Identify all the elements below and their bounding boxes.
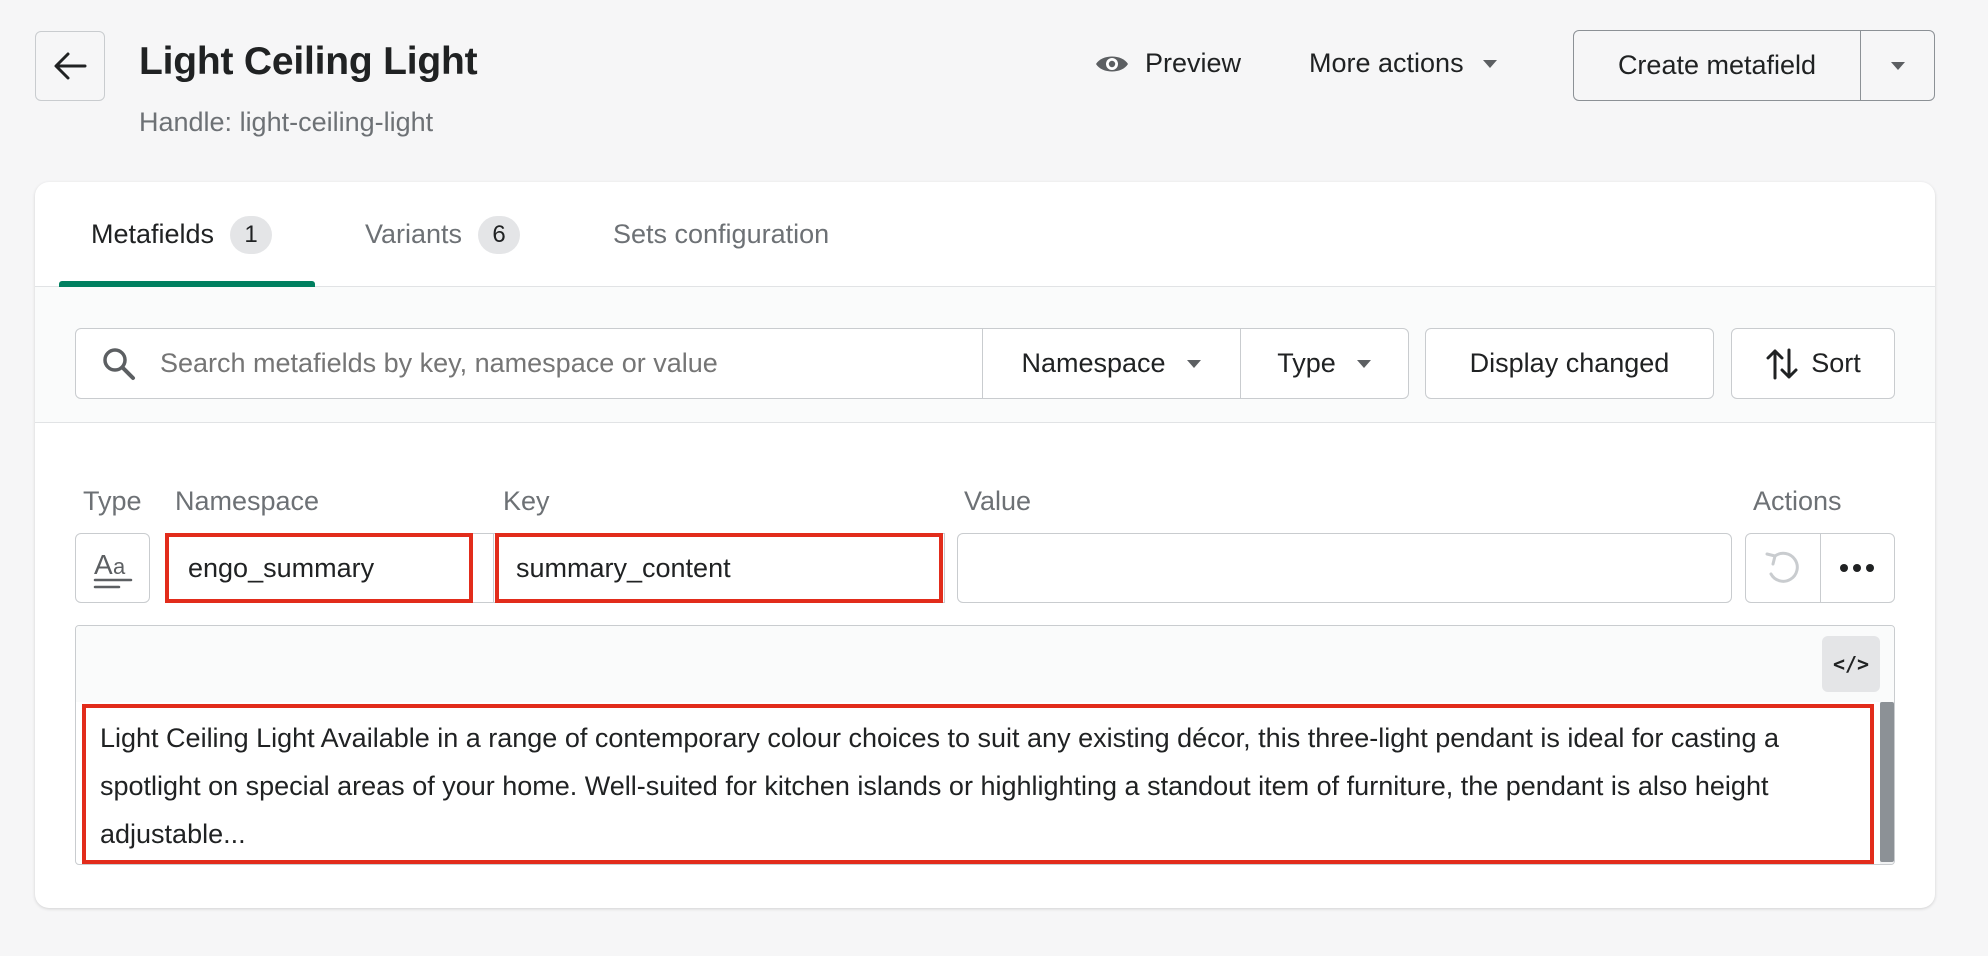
more-horizontal-icon	[1840, 564, 1875, 572]
editor-toolbar: </>	[76, 626, 1894, 702]
search-filter-group: Namespace Type	[75, 328, 1409, 399]
tab-label: Metafields	[91, 219, 215, 249]
tab-count-badge: 1	[230, 215, 273, 254]
rich-text-editor: </> Light Ceiling Light Available in a r…	[75, 625, 1895, 865]
namespace-filter-button[interactable]: Namespace	[983, 329, 1241, 398]
create-metafield-dropdown[interactable]	[1861, 31, 1934, 100]
preview-label: Preview	[1145, 48, 1242, 78]
undo-icon	[1765, 551, 1799, 583]
page-title: Light Ceiling Light	[139, 40, 478, 83]
arrow-left-icon	[54, 52, 87, 80]
back-button[interactable]	[35, 31, 105, 101]
tab-label: Sets configuration	[613, 219, 830, 249]
metafields-card: Metafields 1 Variants 6 Sets configurati…	[35, 182, 1935, 908]
tab-variants[interactable]: Variants 6	[365, 182, 521, 287]
column-header-key: Key	[503, 486, 550, 516]
search-box[interactable]	[76, 329, 983, 398]
column-header-actions: Actions	[1753, 486, 1842, 516]
search-input[interactable]	[158, 347, 962, 380]
undo-button[interactable]	[1746, 534, 1820, 602]
tab-label: Variants	[365, 219, 463, 249]
sort-arrows-icon	[1766, 348, 1798, 379]
create-metafield-button[interactable]: Create metafield	[1574, 31, 1861, 100]
more-actions-menu-button[interactable]	[1819, 534, 1895, 602]
type-filter-label: Type	[1277, 348, 1336, 378]
column-header-type: Type	[83, 486, 142, 516]
sort-button[interactable]: Sort	[1731, 328, 1895, 399]
preview-button[interactable]: Preview	[1095, 48, 1241, 79]
type-filter-button[interactable]: Type	[1241, 329, 1408, 398]
tab-bar: Metafields 1 Variants 6 Sets configurati…	[35, 182, 1935, 287]
caret-down-icon	[1890, 61, 1905, 70]
text-type-icon: A a	[93, 549, 132, 589]
svg-text:A: A	[94, 549, 113, 580]
namespace-filter-label: Namespace	[1021, 348, 1166, 378]
caret-down-icon	[1356, 359, 1371, 368]
eye-icon	[1096, 56, 1128, 71]
sort-label: Sort	[1811, 348, 1861, 378]
product-handle: Handle: light-ceiling-light	[139, 107, 434, 137]
type-selector-button[interactable]: A a	[75, 533, 150, 603]
tab-count-badge: 6	[478, 215, 521, 254]
column-header-namespace: Namespace	[175, 486, 320, 516]
more-actions-label: More actions	[1309, 48, 1464, 78]
display-changed-button[interactable]: Display changed	[1425, 328, 1714, 399]
key-field[interactable]	[493, 533, 945, 603]
more-actions-button[interactable]: More actions	[1309, 48, 1498, 79]
svg-text:a: a	[113, 554, 126, 579]
row-actions-group	[1745, 533, 1895, 603]
search-icon	[103, 347, 135, 380]
editor-scroll-thumb[interactable]	[1880, 702, 1894, 862]
caret-down-icon	[1482, 59, 1497, 68]
namespace-field[interactable]	[165, 533, 501, 603]
editor-content[interactable]: Light Ceiling Light Available in a range…	[76, 702, 1876, 864]
tab-sets-configuration[interactable]: Sets configuration	[613, 182, 829, 287]
code-view-button[interactable]: </>	[1822, 636, 1880, 692]
column-header-value: Value	[964, 486, 1032, 516]
value-field[interactable]	[957, 533, 1732, 603]
tab-metafields[interactable]: Metafields 1	[91, 182, 273, 287]
create-metafield-group: Create metafield	[1573, 30, 1935, 101]
caret-down-icon	[1186, 359, 1201, 368]
editor-scrollbar[interactable]	[1880, 702, 1894, 864]
